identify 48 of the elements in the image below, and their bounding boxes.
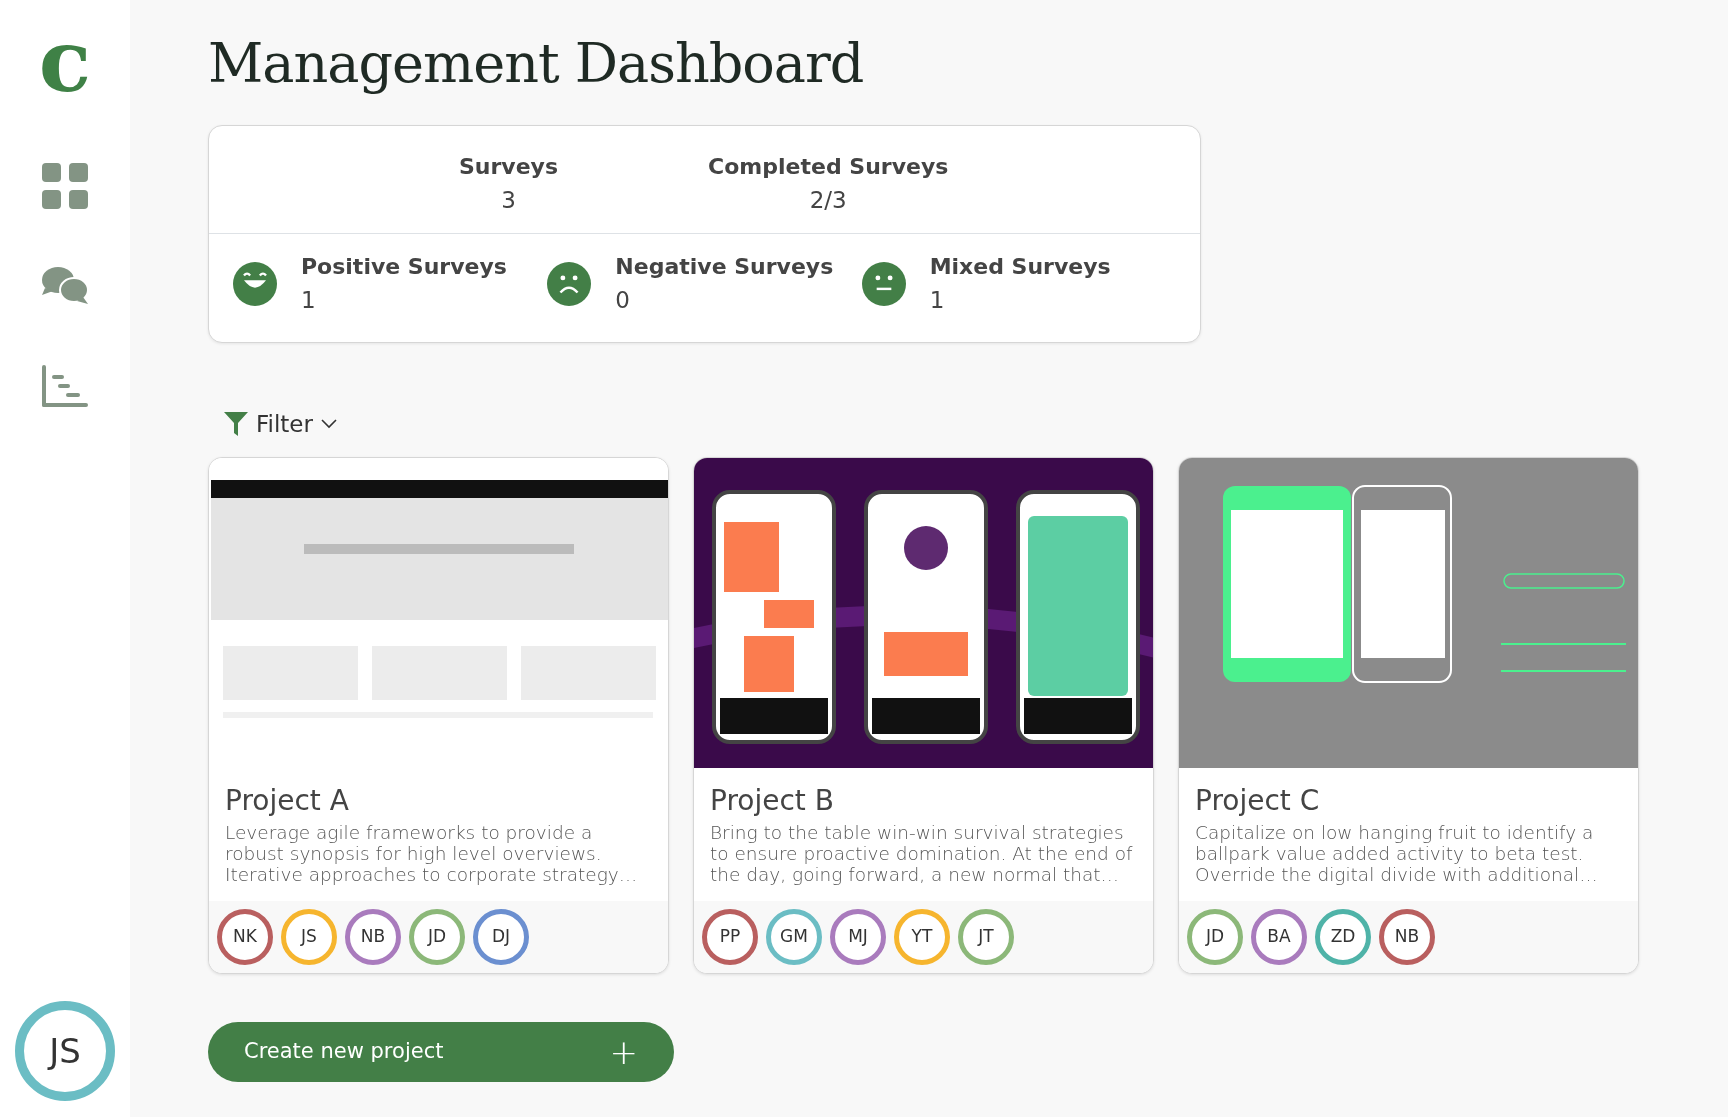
stat-label: Negative Surveys (615, 253, 834, 282)
project-card[interactable]: Project B Bring to the table win-win survival strategies to ensure proactive domination. At the end of the day, going forward, a new normal that… PP GM MJ YT JT (693, 457, 1154, 974)
dashboard-icon (42, 163, 88, 209)
project-description: Bring to the table win-win survival strategies to ensure proactive domination. At the end of the day, going forward, a new normal that… (710, 821, 1134, 885)
positive-face-icon (233, 262, 277, 307)
project-card[interactable]: Project C Capitalize on low hanging fruit to identify a ballpark value added activity to beta test. Override the digital divide with additional… JD BA ZD NB (1178, 457, 1639, 974)
member-avatar: JD (409, 908, 465, 965)
page-title: Management Dashboard (208, 32, 865, 97)
member-avatar: MJ (830, 908, 886, 965)
member-avatar: DJ (473, 908, 529, 965)
stat-value: 0 (615, 286, 631, 316)
stat-value: 3 (501, 185, 516, 215)
member-avatar: NB (345, 908, 401, 965)
user-avatar[interactable]: JS (15, 1001, 115, 1101)
stat-label: Surveys (459, 152, 559, 181)
stat-label: Mixed Surveys (929, 253, 1111, 282)
nav-button[interactable] (39, 160, 91, 212)
member-avatar: GM (766, 908, 822, 965)
chart-icon (42, 365, 88, 407)
member-avatar: NB (1379, 908, 1435, 965)
stat-value: 2/3 (809, 185, 847, 215)
stat-label: Positive Surveys (301, 253, 507, 282)
project-description: Capitalize on low hanging fruit to identify a ballpark value added activity to beta test. Override the digital divide with additional… (1195, 821, 1599, 885)
create-project-button[interactable]: Create new project + (208, 1021, 674, 1082)
filter-button[interactable]: Filter (224, 406, 337, 442)
mixed-face-icon (861, 262, 906, 307)
member-avatar: BA (1251, 908, 1307, 965)
chat-icon (41, 266, 89, 306)
project-title: Project B (710, 784, 835, 818)
member-avatar: YT (894, 908, 950, 965)
logo[interactable]: c (38, 18, 92, 104)
member-avatar: ZD (1315, 908, 1371, 965)
stat-value: 1 (929, 286, 946, 316)
project-title: Project C (1195, 784, 1321, 818)
member-avatar: JT (958, 908, 1014, 965)
member-avatar: PP (702, 908, 758, 965)
project-card[interactable]: Project A Leverage agile frameworks to provide a robust synopsis for high level overviews. Iterative approaches to corporate strategy… NK JS NB JD DJ (208, 457, 669, 974)
stat-label: Completed Surveys (708, 152, 949, 181)
plus-icon: + (609, 1034, 638, 1069)
negative-face-icon (547, 262, 592, 307)
stat-value: 1 (301, 286, 317, 316)
project-title: Project A (225, 784, 350, 818)
filter-icon (224, 412, 248, 437)
member-avatar: NK (217, 908, 273, 965)
member-avatar: JD (1187, 908, 1243, 965)
project-description: Leverage agile frameworks to provide a robust synopsis for high level overviews. Iterative approaches to corporate strategy… (225, 821, 639, 885)
member-avatar: JS (281, 908, 337, 965)
chevron-down-icon (320, 419, 337, 430)
